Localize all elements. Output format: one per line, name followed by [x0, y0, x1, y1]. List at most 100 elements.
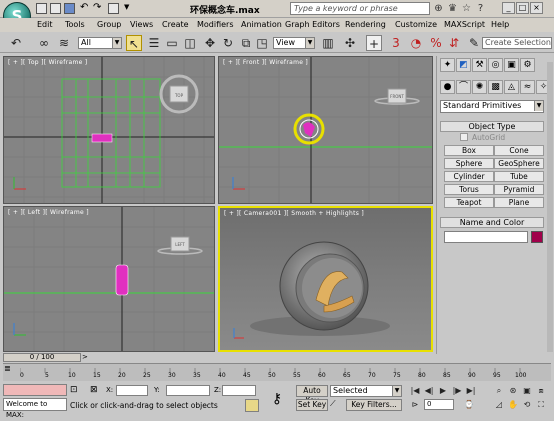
- angle-snap-icon[interactable]: ◔: [408, 35, 424, 51]
- pyramid-button[interactable]: Pyramid: [494, 184, 544, 195]
- zoom-icon[interactable]: ⌕: [492, 385, 506, 398]
- redo-icon[interactable]: ↷: [93, 3, 104, 14]
- select-and-move-icon[interactable]: ✥: [202, 35, 218, 51]
- window-crossing-icon[interactable]: ◫: [182, 35, 198, 51]
- viewport-front-label[interactable]: [ + ][ Front ][ Wireframe ]: [223, 59, 308, 66]
- menu-maxscript[interactable]: MAXScript: [444, 19, 485, 31]
- undo-tool-icon[interactable]: ↶: [8, 35, 24, 51]
- menu-create[interactable]: Create: [162, 19, 189, 31]
- y-coord-field[interactable]: [166, 385, 210, 396]
- menu-modifiers[interactable]: Modifiers: [197, 19, 234, 31]
- shapes-category-icon[interactable]: ⌒: [456, 80, 471, 94]
- key-filters-button[interactable]: Key Filters...: [346, 399, 402, 411]
- time-configuration-icon[interactable]: ⌚: [462, 399, 476, 412]
- maximize-button[interactable]: □: [516, 2, 529, 14]
- autogrid-checkbox[interactable]: [460, 133, 468, 141]
- new-file-icon[interactable]: [36, 3, 47, 14]
- go-to-start-icon[interactable]: |◀: [408, 385, 422, 398]
- current-frame-field[interactable]: 0: [424, 399, 454, 410]
- viewcube-top[interactable]: TOP: [174, 93, 184, 98]
- z-coord-field[interactable]: [222, 385, 256, 396]
- viewcube-left[interactable]: LEFT: [175, 242, 185, 247]
- key-mode-toggle-icon[interactable]: ⊳: [408, 399, 422, 412]
- viewport-left-label[interactable]: [ + ][ Left ][ Wireframe ]: [8, 209, 89, 216]
- key-filters-icon[interactable]: ⟋: [330, 399, 344, 411]
- zoom-extents-all-icon[interactable]: ⧈: [534, 385, 548, 398]
- pivot-point-icon[interactable]: ▥: [320, 35, 336, 51]
- name-and-color-rollout[interactable]: Name and Color: [440, 217, 544, 228]
- spinner-snap-icon[interactable]: ⇵: [446, 35, 462, 51]
- display-panel-icon[interactable]: ▣: [504, 58, 519, 72]
- select-by-name-icon[interactable]: ☰: [146, 35, 162, 51]
- minimize-button[interactable]: _: [502, 2, 515, 14]
- modify-panel-icon[interactable]: ◩: [456, 58, 471, 72]
- select-and-link-icon[interactable]: ∞: [36, 35, 52, 51]
- menu-animation[interactable]: Animation: [241, 19, 282, 31]
- cylinder-button[interactable]: Cylinder: [444, 171, 494, 182]
- box-button[interactable]: Box: [444, 145, 494, 156]
- cone-button[interactable]: Cone: [494, 145, 544, 156]
- project-folder-icon[interactable]: [108, 3, 119, 14]
- previous-frame-icon[interactable]: ◀|: [422, 385, 436, 398]
- isolate-selection-icon[interactable]: ⊠: [90, 385, 102, 396]
- open-file-icon[interactable]: [50, 3, 61, 14]
- sphere-button[interactable]: Sphere: [444, 158, 494, 169]
- time-slider[interactable]: 0 / 100: [3, 353, 81, 362]
- close-button[interactable]: ×: [530, 2, 543, 14]
- next-frame-icon[interactable]: >: [82, 353, 92, 362]
- menu-group[interactable]: Group: [97, 19, 121, 31]
- set-key-key-icon[interactable]: ⚷: [262, 387, 292, 411]
- select-manipulate-icon[interactable]: ✣: [342, 35, 358, 51]
- create-panel-icon[interactable]: ✦: [440, 58, 455, 72]
- quick-access-dropdown-icon[interactable]: ▼: [124, 3, 135, 14]
- select-and-rotate-icon[interactable]: ↻: [220, 35, 236, 51]
- plane-button[interactable]: Plane: [494, 197, 544, 208]
- field-of-view-icon[interactable]: ◿: [492, 399, 506, 412]
- selection-filter-dropdown[interactable]: All ▼: [78, 37, 122, 49]
- maxscript-listener-pink[interactable]: [3, 384, 67, 396]
- binoculars-icon[interactable]: ⊕: [433, 3, 444, 14]
- command-panel-scrollbar[interactable]: [547, 62, 553, 352]
- select-and-place-icon[interactable]: ◳: [254, 35, 270, 51]
- menu-graph-editors[interactable]: Graph Editors: [285, 19, 340, 31]
- mini-curve-editor-icon[interactable]: ≣: [4, 364, 16, 380]
- utilities-panel-icon[interactable]: ⚙: [520, 58, 535, 72]
- maxscript-listener-field[interactable]: Welcome to MAX:: [3, 398, 67, 419]
- motion-panel-icon[interactable]: ◎: [488, 58, 503, 72]
- viewport-top-label[interactable]: [ + ][ Top ][ Wireframe ]: [8, 59, 87, 66]
- auto-key-button[interactable]: Auto Key: [296, 385, 328, 405]
- object-color-swatch[interactable]: [531, 231, 543, 243]
- undo-icon[interactable]: ↶: [80, 3, 91, 14]
- cameras-category-icon[interactable]: ▩: [488, 80, 503, 94]
- object-type-rollout[interactable]: Object Type: [440, 121, 544, 132]
- spacewarps-category-icon[interactable]: ≈: [520, 80, 535, 94]
- primitive-category-dropdown[interactable]: Standard Primitives ▼: [440, 100, 544, 113]
- menu-edit[interactable]: Edit: [37, 19, 53, 31]
- named-selection-sets-field[interactable]: Create Selection: [482, 37, 552, 49]
- favorites-star-icon[interactable]: ☆: [461, 3, 472, 14]
- geometry-category-icon[interactable]: ●: [440, 80, 455, 94]
- lights-category-icon[interactable]: ✺: [472, 80, 487, 94]
- go-to-end-icon[interactable]: ▶|: [464, 385, 478, 398]
- viewport-camera-label[interactable]: [ + ][ Camera001 ][ Smooth + Highlights …: [224, 210, 364, 217]
- menu-rendering[interactable]: Rendering: [345, 19, 386, 31]
- teapot-button[interactable]: Teapot: [444, 197, 494, 208]
- viewport-left[interactable]: LEFT [ + ][ Left ][ Wireframe ]: [3, 206, 215, 352]
- viewport-front[interactable]: FRONT [ + ][ Front ][ Wireframe ]: [218, 56, 433, 204]
- viewcube-front[interactable]: FRONT: [390, 94, 404, 99]
- object-name-field[interactable]: [444, 231, 528, 243]
- next-key-frame-icon[interactable]: |▶: [450, 385, 464, 398]
- menu-help[interactable]: Help: [491, 19, 509, 31]
- torus-button[interactable]: Torus: [444, 184, 494, 195]
- viewport-camera[interactable]: [ + ][ Camera001 ][ Smooth + Highlights …: [218, 206, 433, 352]
- set-key-button[interactable]: Set Key: [296, 399, 328, 411]
- menu-tools[interactable]: Tools: [65, 19, 85, 31]
- save-file-icon[interactable]: [64, 3, 75, 14]
- orbit-icon[interactable]: ⟲: [520, 399, 534, 412]
- pan-view-icon[interactable]: ✋: [506, 399, 520, 412]
- select-object-icon[interactable]: ↖: [126, 35, 142, 51]
- zoom-extents-icon[interactable]: ▣: [520, 385, 534, 398]
- maximize-viewport-icon[interactable]: ⛶: [534, 399, 548, 412]
- helpers-category-icon[interactable]: ◬: [504, 80, 519, 94]
- hierarchy-panel-icon[interactable]: ⚒: [472, 58, 487, 72]
